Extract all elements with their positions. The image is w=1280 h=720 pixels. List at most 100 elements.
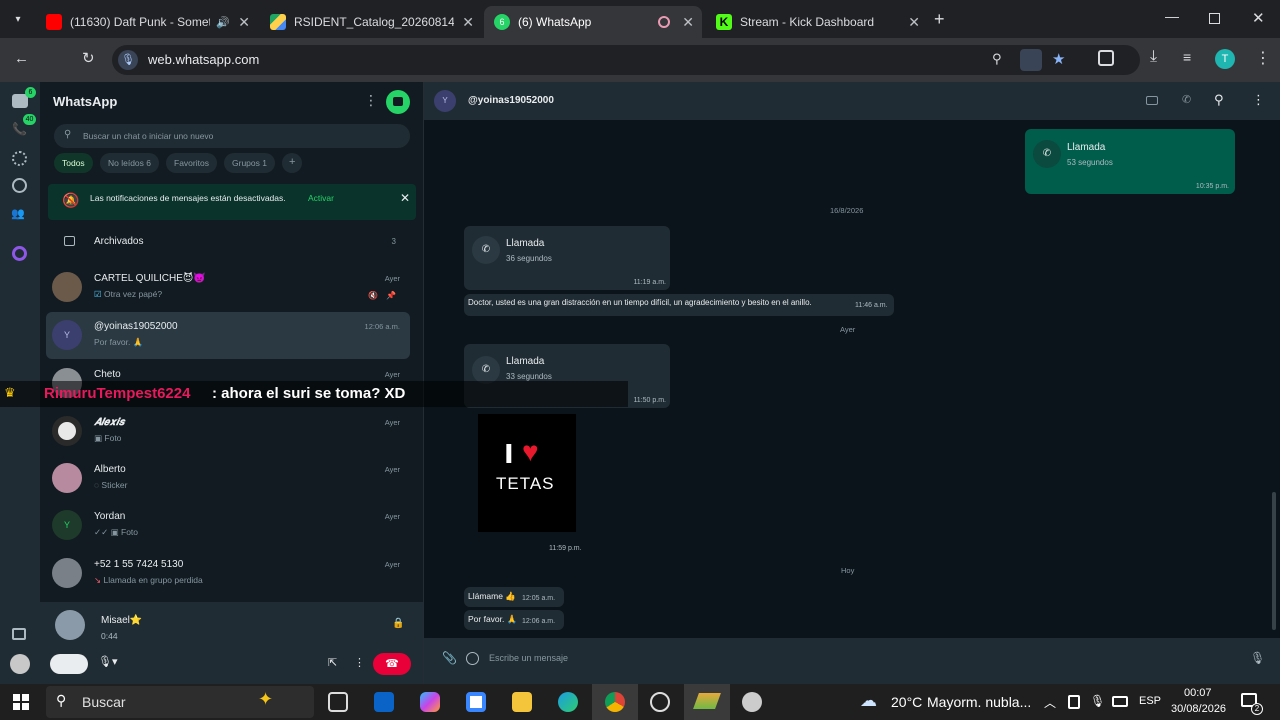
back-icon[interactable]: ← <box>14 50 29 67</box>
search-in-chat-icon[interactable]: ⚲ <box>1214 92 1224 108</box>
archived-count: 3 <box>391 237 396 246</box>
message-text[interactable]: Llámame 👍 12:05 a.m. <box>464 587 564 607</box>
reload-icon[interactable]: ↻ <box>82 49 95 67</box>
end-call-button[interactable]: ☎ <box>373 653 411 675</box>
meta-ai-icon[interactable] <box>12 246 27 261</box>
start-button[interactable] <box>13 694 29 710</box>
weather-icon[interactable]: ☁ <box>860 691 877 711</box>
image-letter: I <box>504 440 514 470</box>
minimize-button[interactable]: — <box>1165 8 1179 24</box>
image-message[interactable]: I ♥ TETAS <box>478 414 576 532</box>
profile-avatar-rail[interactable] <box>10 654 30 674</box>
communities-icon[interactable]: 👥 <box>11 207 25 220</box>
sparkle-icon: ✦ <box>258 689 274 709</box>
new-chat-button[interactable] <box>386 90 410 114</box>
chat-row-phone[interactable]: +52 1 55 7424 5130 ↘ Llamada en grupo pe… <box>46 550 410 597</box>
weather-temp[interactable]: 20°C <box>891 694 922 710</box>
archived-row[interactable]: Archivados 3 <box>46 228 410 254</box>
message-input[interactable]: Escribe un mensaje <box>489 653 1219 663</box>
filter-unread[interactable]: No leídos 6 <box>100 153 159 173</box>
chrome-taskbar-button[interactable] <box>592 684 638 720</box>
download-icon[interactable]: ⤓ <box>1150 48 1157 66</box>
chat-row-yoinas[interactable]: Y @yoinas19052000 Por favor. 🙏 12:06 a.m… <box>46 312 410 359</box>
copilot-icon[interactable] <box>420 692 440 712</box>
weather-desc[interactable]: Mayorm. nubla... <box>927 694 1031 710</box>
double-check-icon: ✓✓ ▣ <box>94 527 121 537</box>
task-view-icon[interactable] <box>328 692 348 712</box>
clock-time[interactable]: 00:07 <box>1184 687 1212 699</box>
tab-search-button[interactable]: ▾ <box>8 10 28 30</box>
browser-menu-icon[interactable]: ⋮ <box>1255 48 1271 68</box>
message-text[interactable]: Doctor, usted es una gran distracción en… <box>464 294 894 316</box>
screen-share-icon[interactable]: ⇱ <box>328 656 337 669</box>
chat-row-alexis[interactable]: 𝑨𝒍𝒆𝒙𝒊𝒔 ▣ Foto Ayer <box>46 408 410 455</box>
taskbar-search[interactable]: ⚲ Buscar ✦ <box>46 686 314 718</box>
message-text[interactable]: Por favor. 🙏 12:06 a.m. <box>464 610 564 630</box>
chat-row-cartel[interactable]: CARTEL QUILICHE😈👿 ☑ Otra vez papé? Ayer … <box>46 264 410 311</box>
search-box[interactable]: ⚲ Buscar un chat o iniciar uno nuevo <box>54 124 410 148</box>
call-bubble-outgoing[interactable]: ✆ Llamada 53 segundos 10:35 p.m. <box>1025 129 1235 194</box>
speedometer-icon[interactable] <box>650 692 670 712</box>
avatar: Y <box>52 510 82 540</box>
search-icon: ⚲ <box>56 692 67 708</box>
show-hidden-icons[interactable]: ︿ <box>1044 694 1056 711</box>
call-bubble-incoming[interactable]: ✆ Llamada 36 segundos 11:19 a.m. <box>464 226 670 290</box>
status-icon[interactable] <box>12 151 27 166</box>
new-chat-icon <box>393 97 403 106</box>
scrollbar[interactable] <box>1272 492 1276 630</box>
chat-row-alberto[interactable]: Alberto ◌ Sticker Ayer <box>46 455 410 502</box>
close-tab-icon[interactable]: ✕ <box>682 14 694 31</box>
tab-youtube[interactable]: (11630) Daft Punk - Someth 🔊 ✕ <box>36 6 258 38</box>
language-indicator[interactable]: ESP <box>1139 695 1161 707</box>
clock-date[interactable]: 30/08/2026 <box>1171 703 1226 715</box>
media-icon[interactable] <box>12 628 26 640</box>
filter-groups[interactable]: Grupos 1 <box>224 153 275 173</box>
app-taskbar-button[interactable] <box>684 684 730 720</box>
mic-button[interactable]: 🎙▾ <box>98 655 118 668</box>
contact-name[interactable]: @yoinas19052000 <box>468 95 554 106</box>
edge-icon[interactable] <box>558 692 578 712</box>
tab-drive-pdf[interactable]: RSIDENT_Catalog_20260814.pd ✕ <box>260 6 482 38</box>
video-call-icon[interactable] <box>1146 96 1158 105</box>
close-tab-icon[interactable]: ✕ <box>238 14 250 31</box>
chat-menu-icon[interactable]: ⋮ <box>1252 92 1265 108</box>
tab-whatsapp[interactable]: 6 (6) WhatsApp ✕ <box>484 6 702 38</box>
media-queue-icon[interactable]: ≡ <box>1183 49 1191 65</box>
file-explorer-icon[interactable] <box>512 692 532 712</box>
emoji-icon[interactable] <box>466 652 479 665</box>
site-info-icon[interactable]: 🎙 <box>118 50 138 70</box>
attach-icon[interactable]: 📎 <box>442 651 457 665</box>
voice-call-icon[interactable]: ✆ <box>1182 93 1191 106</box>
network-icon[interactable] <box>1112 696 1128 707</box>
outlook-icon[interactable] <box>374 692 394 712</box>
zoom-icon[interactable]: ⚲ <box>992 51 1002 67</box>
sidebar-menu-icon[interactable]: ⋮ <box>364 92 378 109</box>
close-tab-icon[interactable]: ✕ <box>462 14 474 31</box>
tray-app-icon[interactable] <box>1068 695 1080 709</box>
chat-row-yordan[interactable]: Y Yordan ✓✓ ▣ Foto Ayer <box>46 502 410 549</box>
filter-favorites[interactable]: Favoritos <box>166 153 217 173</box>
mic-tray-icon[interactable]: 🎙 <box>1090 694 1105 708</box>
close-tab-icon[interactable]: ✕ <box>908 14 920 31</box>
tab-kick-dashboard[interactable]: K Stream - Kick Dashboard ✕ <box>706 6 928 38</box>
activate-link[interactable]: Activar <box>308 193 334 203</box>
filter-add[interactable]: + <box>282 153 303 173</box>
obs-icon[interactable] <box>742 692 762 712</box>
call-menu-icon[interactable]: ⋮ <box>354 656 365 669</box>
camera-off-button[interactable] <box>50 654 88 674</box>
contact-avatar[interactable]: Y <box>434 90 456 112</box>
omnibox[interactable]: 🎙 web.whatsapp.com ⚲ ★ <box>112 45 1140 75</box>
mic-icon[interactable]: 🎙 <box>1250 651 1265 665</box>
new-tab-button[interactable]: + <box>934 9 945 30</box>
cast-icon[interactable] <box>1020 49 1042 71</box>
channels-icon[interactable] <box>12 178 27 193</box>
maximize-button[interactable] <box>1209 13 1220 24</box>
close-banner-icon[interactable]: ✕ <box>400 191 410 205</box>
youtube-icon <box>46 14 62 30</box>
store-icon[interactable] <box>466 692 486 712</box>
profile-avatar[interactable]: T <box>1215 49 1235 69</box>
extensions-icon[interactable] <box>1098 50 1114 66</box>
close-window-button[interactable]: ✕ <box>1252 9 1265 27</box>
filter-all[interactable]: Todos <box>54 153 93 173</box>
bookmark-star-icon[interactable]: ★ <box>1052 50 1065 68</box>
